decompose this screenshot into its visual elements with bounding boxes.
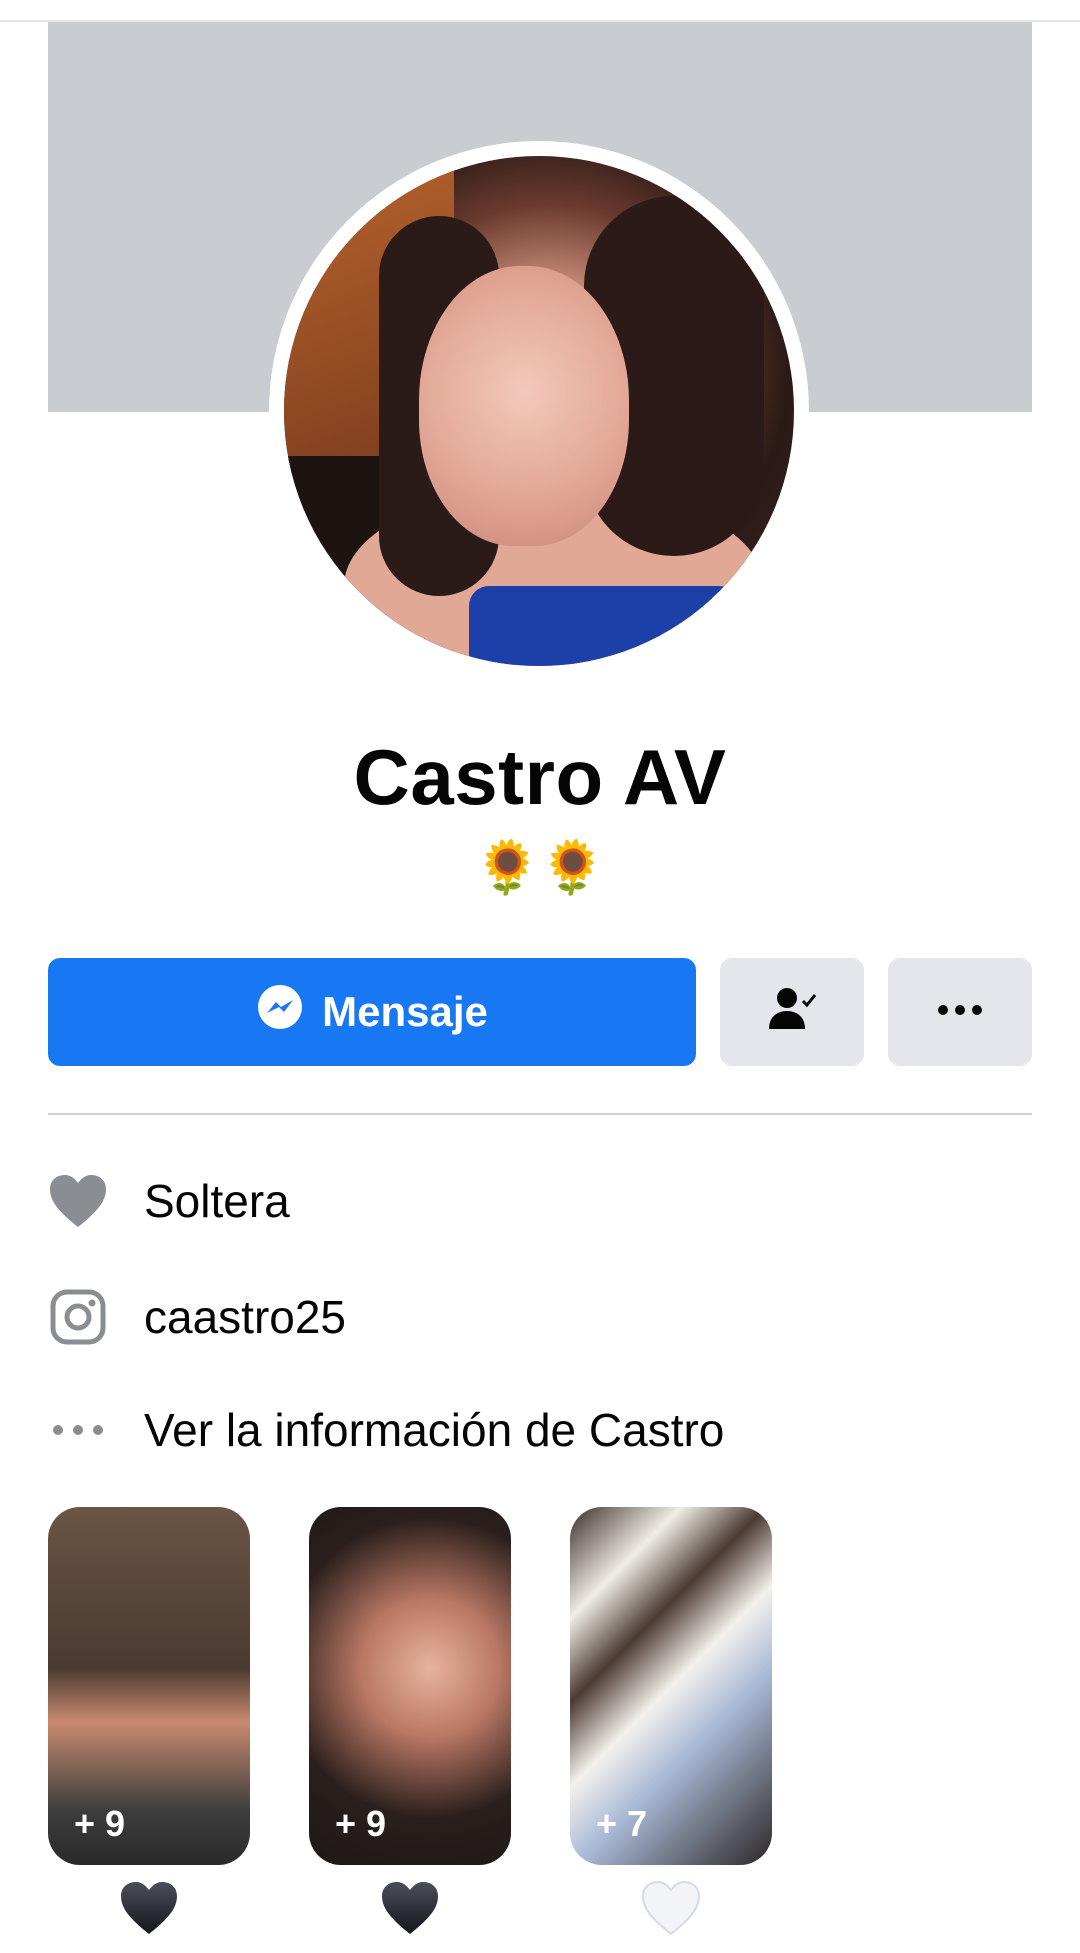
featured-photo[interactable]: + 9 bbox=[48, 1507, 250, 1865]
white-heart-icon bbox=[641, 1880, 701, 1940]
more-horizontal-icon bbox=[935, 1003, 985, 1022]
info-see-more[interactable]: Ver la información de Castro bbox=[48, 1395, 724, 1465]
black-heart-icon bbox=[119, 1880, 179, 1940]
photo-count: + 9 bbox=[74, 1803, 126, 1844]
friends-check-icon bbox=[765, 983, 819, 1042]
more-dots-icon bbox=[48, 1400, 108, 1460]
friends-button[interactable] bbox=[720, 958, 864, 1066]
top-bar-edge bbox=[0, 0, 1080, 22]
profile-bio: 🌻🌻 bbox=[475, 839, 605, 897]
photo-count: + 7 bbox=[596, 1803, 648, 1844]
info-label: caastro25 bbox=[144, 1291, 347, 1343]
info-instagram[interactable]: caastro25 bbox=[48, 1282, 346, 1352]
featured-photo[interactable]: + 7 bbox=[570, 1507, 772, 1865]
message-label: Mensaje bbox=[322, 988, 488, 1035]
instagram-icon bbox=[48, 1287, 108, 1347]
messenger-icon bbox=[256, 983, 304, 1041]
featured-photo[interactable]: + 9 bbox=[309, 1507, 511, 1865]
profile-name: Castro AV bbox=[353, 733, 727, 821]
info-label: Ver la información de Castro bbox=[144, 1404, 725, 1456]
divider bbox=[48, 1113, 1032, 1115]
photo-count: + 9 bbox=[335, 1803, 387, 1844]
black-heart-icon bbox=[380, 1880, 440, 1940]
profile-avatar[interactable] bbox=[284, 156, 794, 666]
more-options-button[interactable] bbox=[888, 958, 1032, 1066]
info-relationship[interactable]: Soltera bbox=[48, 1166, 290, 1236]
message-button[interactable]: Mensaje bbox=[48, 958, 696, 1066]
info-label: Soltera bbox=[144, 1175, 290, 1227]
heart-icon bbox=[48, 1171, 108, 1231]
